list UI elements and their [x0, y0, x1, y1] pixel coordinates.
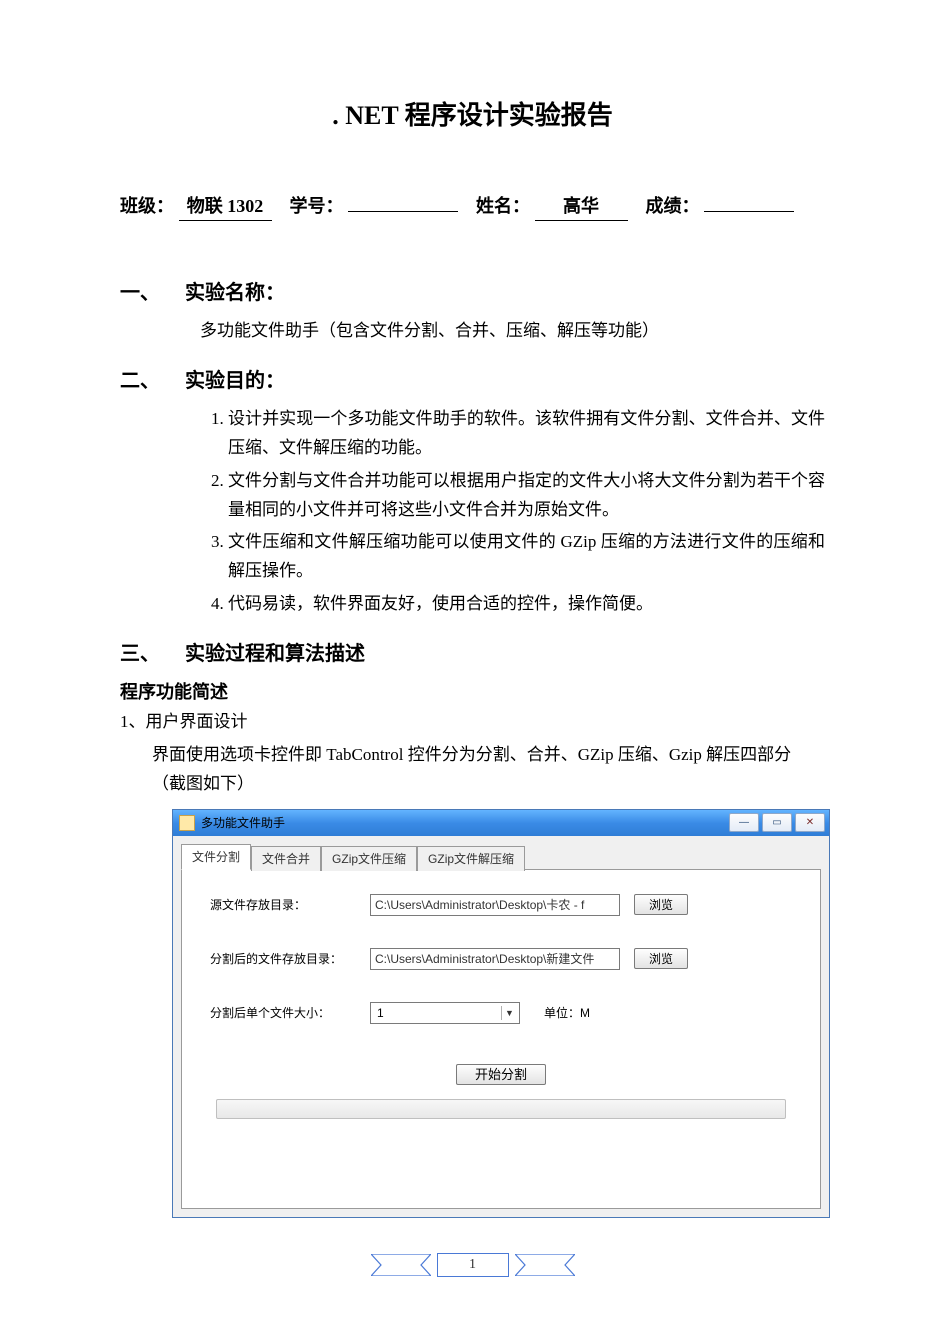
browse-source-button[interactable]: 浏览 [634, 894, 688, 915]
student-info-line: 班级： 物联 1302 学号： 姓名： 高华 成绩： [120, 192, 825, 221]
section-1-title: 实验名称： [185, 282, 285, 304]
source-dir-label: 源文件存放目录： [210, 896, 370, 913]
window-title: 多功能文件助手 [201, 814, 729, 831]
size-row: 分割后单个文件大小： 1 ▼ 单位：M [210, 1002, 792, 1024]
objective-item: 文件压缩和文件解压缩功能可以使用文件的 GZip 压缩的方法进行文件的压缩和解压… [228, 528, 825, 586]
tab-page-split: 源文件存放目录： C:\Users\Administrator\Desktop\… [181, 869, 821, 1209]
section-3-title: 实验过程和算法描述 [185, 643, 365, 665]
score-blank [704, 193, 794, 212]
section-1-body: 多功能文件助手（包含文件分割、合并、压缩、解压等功能） [200, 317, 825, 346]
maximize-button[interactable]: ▭ [762, 813, 792, 832]
student-id-blank [348, 193, 458, 212]
tab-gzip-compress[interactable]: GZip文件压缩 [321, 846, 417, 871]
tab-strip: 文件分割 文件合并 GZip文件压缩 GZip文件解压缩 [181, 844, 821, 870]
subsection-item: 1、用户界面设计 [120, 708, 825, 737]
tab-file-split[interactable]: 文件分割 [181, 844, 251, 870]
tab-file-merge[interactable]: 文件合并 [251, 846, 321, 871]
tab-gzip-decompress[interactable]: GZip文件解压缩 [417, 846, 525, 871]
output-dir-row: 分割后的文件存放目录： C:\Users\Administrator\Deskt… [210, 948, 792, 970]
section-3-heading: 三、 实验过程和算法描述 [120, 637, 825, 666]
section-3-number: 三、 [120, 637, 180, 666]
size-value: 1 [377, 1006, 384, 1020]
page-footer: 1 [0, 1253, 945, 1277]
score-label: 成绩： [646, 192, 700, 218]
page-number: 1 [437, 1253, 509, 1277]
minimize-button[interactable]: — [729, 813, 759, 832]
source-dir-input[interactable]: C:\Users\Administrator\Desktop\卡农 - f [370, 894, 620, 916]
name-value: 高华 [535, 192, 628, 221]
browse-output-button[interactable]: 浏览 [634, 948, 688, 969]
subsection-item-body: 界面使用选项卡控件即 TabControl 控件分为分割、合并、GZip 压缩、… [152, 741, 825, 799]
subsection-item-number: 1、 [120, 712, 146, 731]
app-icon [179, 815, 195, 831]
section-1-heading: 一、 实验名称： [120, 276, 825, 305]
start-split-button[interactable]: 开始分割 [456, 1064, 546, 1085]
titlebar[interactable]: 多功能文件助手 — ▭ ✕ [173, 810, 829, 836]
name-label: 姓名： [476, 192, 530, 218]
section-1-number: 一、 [120, 276, 180, 305]
objective-item: 文件分割与文件合并功能可以根据用户指定的文件大小将大文件分割为若干个容量相同的小… [228, 467, 825, 525]
ribbon-left-icon [371, 1254, 431, 1276]
progress-bar [216, 1099, 786, 1119]
student-id-label: 学号： [290, 192, 344, 218]
unit-label: 单位：M [544, 1004, 590, 1021]
source-dir-row: 源文件存放目录： C:\Users\Administrator\Desktop\… [210, 894, 792, 916]
output-dir-label: 分割后的文件存放目录： [210, 950, 370, 967]
section-2-number: 二、 [120, 364, 180, 393]
subsection-heading: 程序功能简述 [120, 678, 825, 704]
close-button[interactable]: ✕ [795, 813, 825, 832]
action-row: 开始分割 [210, 1064, 792, 1083]
section-2-title: 实验目的： [185, 370, 285, 392]
size-combobox[interactable]: 1 ▼ [370, 1002, 520, 1024]
client-area: 文件分割 文件合并 GZip文件压缩 GZip文件解压缩 源文件存放目录： C:… [173, 836, 829, 1217]
window-buttons: — ▭ ✕ [729, 813, 825, 832]
chevron-down-icon: ▼ [501, 1006, 517, 1020]
subsection-item-title: 用户界面设计 [146, 712, 248, 731]
ribbon-right-icon [515, 1254, 575, 1276]
objective-item: 代码易读，软件界面友好，使用合适的控件，操作简便。 [228, 590, 825, 619]
section-2-heading: 二、 实验目的： [120, 364, 825, 393]
output-dir-input[interactable]: C:\Users\Administrator\Desktop\新建文件 [370, 948, 620, 970]
document-page: . NET 程序设计实验报告 班级： 物联 1302 学号： 姓名： 高华 成绩… [0, 0, 945, 1337]
app-window: 多功能文件助手 — ▭ ✕ 文件分割 文件合并 GZip文件压缩 GZip文件解… [172, 809, 830, 1218]
size-label: 分割后单个文件大小： [210, 1004, 370, 1021]
class-label: 班级： [120, 192, 174, 218]
document-title: . NET 程序设计实验报告 [120, 95, 825, 132]
objective-item: 设计并实现一个多功能文件助手的软件。该软件拥有文件分割、文件合并、文件压缩、文件… [228, 405, 825, 463]
class-value: 物联 1302 [179, 192, 272, 221]
objectives-list: 设计并实现一个多功能文件助手的软件。该软件拥有文件分割、文件合并、文件压缩、文件… [200, 405, 825, 619]
